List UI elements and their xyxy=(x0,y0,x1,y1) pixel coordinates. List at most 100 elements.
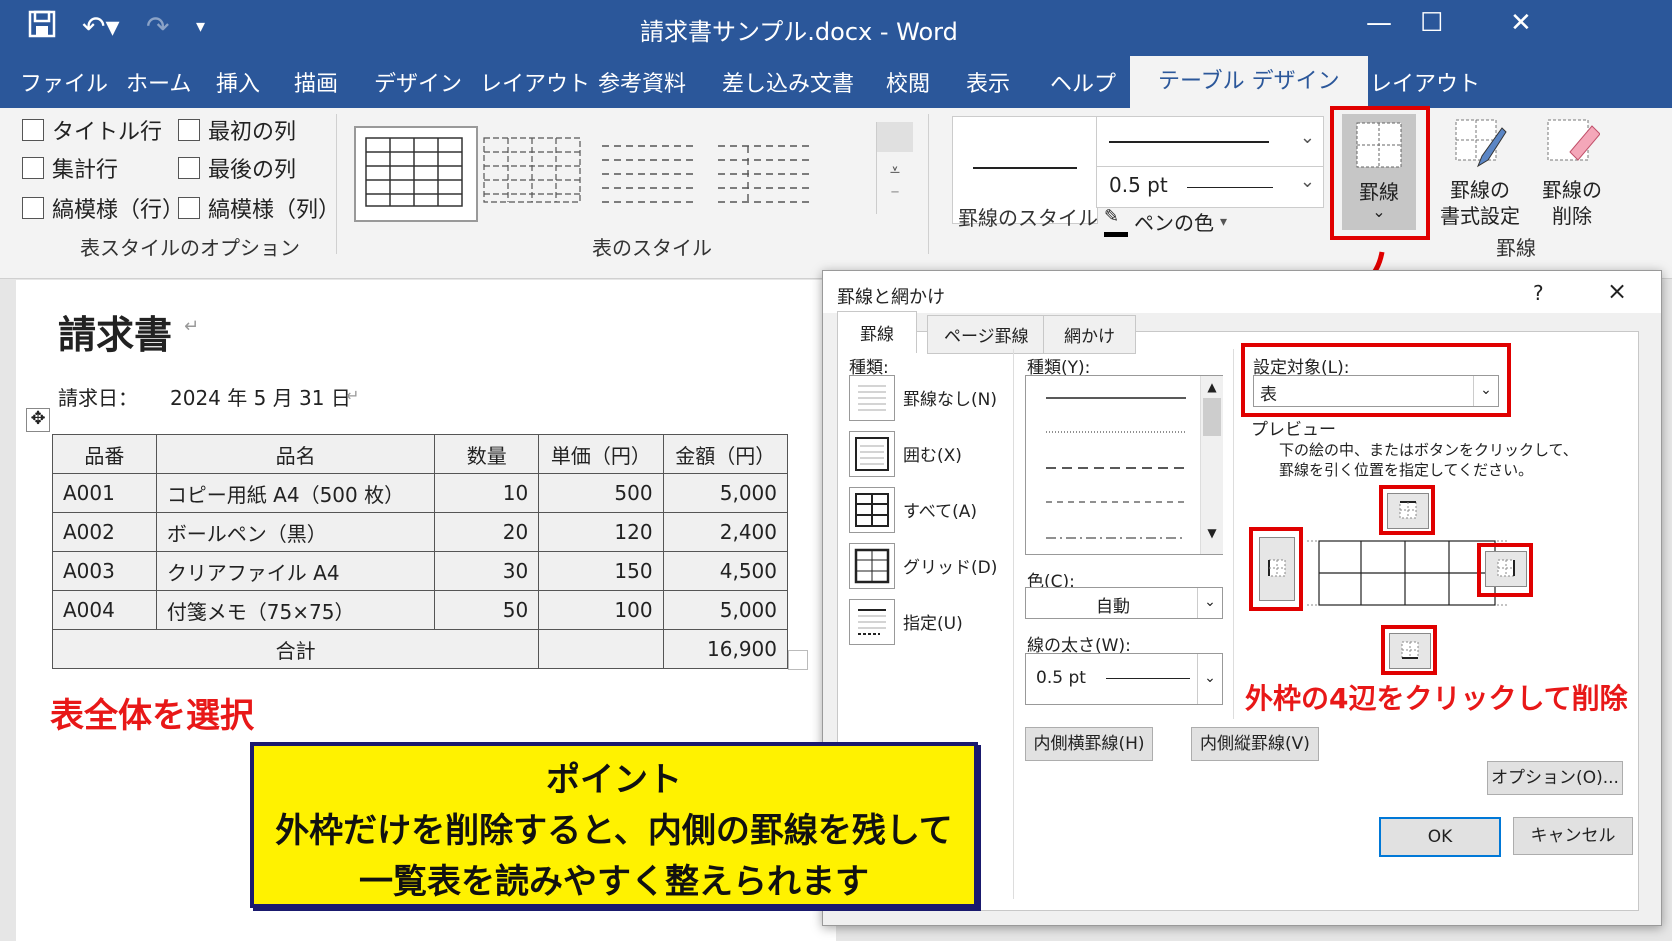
help-button[interactable]: ? xyxy=(1533,281,1544,305)
setting-grid[interactable]: グリッド(D) xyxy=(903,553,997,578)
setting-all[interactable]: すべて(A) xyxy=(903,497,977,522)
preview-hint: 下の絵の中、またはボタンをクリックして、 xyxy=(1279,441,1578,459)
tab-table-layout[interactable]: レイアウト xyxy=(1370,66,1480,98)
table-cell[interactable]: A004 xyxy=(52,590,157,630)
table-cell[interactable]: A003 xyxy=(52,551,157,591)
customize-qat-icon[interactable]: ▾ xyxy=(196,16,205,37)
pen-weight-select[interactable]: 0.5 pt ⌄ xyxy=(1096,166,1324,208)
checkbox-header-row[interactable]: タイトル行 xyxy=(22,114,162,146)
ok-button[interactable]: OK xyxy=(1379,817,1501,857)
inner-horizontal-button[interactable]: 内側横罫線(H) xyxy=(1025,727,1153,761)
checkbox-first-column[interactable]: 最初の列 xyxy=(178,114,296,146)
borders-button-highlight xyxy=(1330,106,1430,240)
close-window-button[interactable]: ✕ xyxy=(1510,8,1532,38)
table-header-cell[interactable]: 単価（円） xyxy=(538,434,664,474)
table-style-plain[interactable] xyxy=(596,126,716,218)
tab-references[interactable]: 参考資料 xyxy=(598,66,686,98)
table-style-light[interactable] xyxy=(478,126,598,218)
inner-vertical-button[interactable]: 内側縦罫線(V) xyxy=(1191,727,1319,761)
setting-box[interactable]: 囲む(X) xyxy=(903,441,962,466)
tab-review[interactable]: 校閲 xyxy=(886,66,930,98)
line-style-list[interactable]: ▲ ▼ xyxy=(1025,375,1223,555)
point-title: ポイント xyxy=(546,760,682,800)
setting-box-icon[interactable] xyxy=(849,431,895,477)
tab-insert[interactable]: 挿入 xyxy=(216,66,260,98)
table-cell[interactable]: コピー用紙 A4（500 枚） xyxy=(155,473,436,513)
table-style-plain-2[interactable] xyxy=(712,126,832,218)
tab-view[interactable]: 表示 xyxy=(966,66,1010,98)
setting-grid-icon[interactable] xyxy=(849,543,895,589)
group-label-borders: 罫線 xyxy=(1496,236,1536,260)
cancel-button[interactable]: キャンセル xyxy=(1513,817,1633,855)
pen-color-button[interactable]: ✎ ペンの色 ▾ xyxy=(1104,206,1227,237)
table-move-handle-icon[interactable]: ✥ xyxy=(26,408,50,432)
table-header-cell[interactable]: 数量 xyxy=(434,434,540,474)
gallery-scroll[interactable]: ⩡ – xyxy=(876,122,913,214)
minimize-button[interactable]: — xyxy=(1366,8,1392,38)
redo-icon[interactable]: ↷ xyxy=(146,10,169,43)
table-cell[interactable]: 付箋メモ（75×75） xyxy=(155,590,436,630)
tab-help[interactable]: ヘルプ xyxy=(1050,66,1116,98)
paragraph-mark: ↵ xyxy=(346,386,360,405)
table-cell[interactable]: A002 xyxy=(52,512,157,552)
table-cell[interactable]: 2,400 xyxy=(662,512,789,552)
table-cell[interactable]: 30 xyxy=(434,551,540,591)
tab-table-design[interactable]: テーブル デザイン xyxy=(1130,56,1368,108)
total-value-cell[interactable]: 16,900 xyxy=(662,629,789,669)
checkbox-banded-columns[interactable]: 縞模様（列） xyxy=(178,192,340,224)
paragraph-mark: ↵ xyxy=(184,316,200,337)
undo-icon[interactable]: ↶▾ xyxy=(82,10,120,43)
total-label-cell[interactable]: 合計 xyxy=(51,629,540,669)
table-header-cell[interactable]: 金額（円） xyxy=(662,434,789,474)
setting-none-icon[interactable] xyxy=(849,375,895,421)
table-row: A004 付箋メモ（75×75） 50 100 5,000 xyxy=(52,590,789,630)
tab-home[interactable]: ホーム xyxy=(126,66,191,98)
checkbox-total-row[interactable]: 集計行 xyxy=(22,152,118,184)
checkbox-last-column[interactable]: 最後の列 xyxy=(178,152,296,184)
table-resize-handle[interactable] xyxy=(788,650,808,670)
table-cell[interactable]: クリアファイル A4 xyxy=(155,551,436,591)
table-header-cell[interactable]: 品番 xyxy=(52,434,157,474)
table-cell[interactable]: A001 xyxy=(52,473,157,513)
border-painter-button[interactable]: 罫線の 書式設定 xyxy=(1432,114,1528,230)
tab-file[interactable]: ファイル xyxy=(20,66,108,98)
dialog-close-button[interactable]: × xyxy=(1607,277,1627,305)
tab-mailings[interactable]: 差し込み文書 xyxy=(722,66,854,98)
table-cell[interactable]: ボールペン（黒） xyxy=(155,512,436,552)
tab-draw[interactable]: 描画 xyxy=(294,66,338,98)
table-style-grid[interactable] xyxy=(354,126,478,222)
top-border-highlight xyxy=(1379,485,1435,535)
table-cell[interactable]: 150 xyxy=(538,551,664,591)
tab-layout[interactable]: レイアウト xyxy=(480,66,590,98)
line-style-scrollbar[interactable]: ▲ ▼ xyxy=(1200,376,1223,554)
color-select[interactable]: 自動 ⌄ xyxy=(1025,587,1223,619)
line-style-select[interactable]: ⌄ xyxy=(1096,116,1324,168)
save-icon[interactable] xyxy=(28,10,56,44)
table-cell[interactable]: 5,000 xyxy=(662,590,789,630)
table-cell[interactable]: 50 xyxy=(434,590,540,630)
width-select[interactable]: 0.5 pt ⌄ xyxy=(1025,653,1223,705)
invoice-table[interactable]: 品番 品名 数量 単価（円） 金額（円） A001 コピー用紙 A4（500 枚… xyxy=(51,434,789,669)
table-cell[interactable]: 120 xyxy=(538,512,664,552)
table-header-cell[interactable]: 品名 xyxy=(155,434,436,474)
pen-icon: ✎ xyxy=(1104,206,1128,237)
table-cell[interactable]: 20 xyxy=(434,512,540,552)
table-cell[interactable] xyxy=(538,629,664,669)
table-cell[interactable]: 4,500 xyxy=(662,551,789,591)
tab-page-border[interactable]: ページ罫線 xyxy=(927,315,1046,354)
tab-borders[interactable]: 罫線 xyxy=(837,311,917,353)
maximize-button[interactable]: ☐ xyxy=(1420,8,1443,38)
tab-shading[interactable]: 網かけ xyxy=(1043,315,1136,354)
checkbox-banded-rows[interactable]: 縞模様（行） xyxy=(22,192,184,224)
options-button[interactable]: オプション(O)... xyxy=(1487,761,1623,795)
table-cell[interactable]: 10 xyxy=(434,473,540,513)
eraser-button[interactable]: 罫線の 削除 xyxy=(1532,114,1612,230)
table-cell[interactable]: 500 xyxy=(538,473,664,513)
setting-all-icon[interactable] xyxy=(849,487,895,533)
table-cell[interactable]: 100 xyxy=(538,590,664,630)
table-cell[interactable]: 5,000 xyxy=(662,473,789,513)
setting-custom-icon[interactable] xyxy=(849,599,895,645)
tab-design[interactable]: デザイン xyxy=(374,66,462,98)
setting-custom[interactable]: 指定(U) xyxy=(903,609,963,634)
setting-none[interactable]: 罫線なし(N) xyxy=(903,385,997,410)
